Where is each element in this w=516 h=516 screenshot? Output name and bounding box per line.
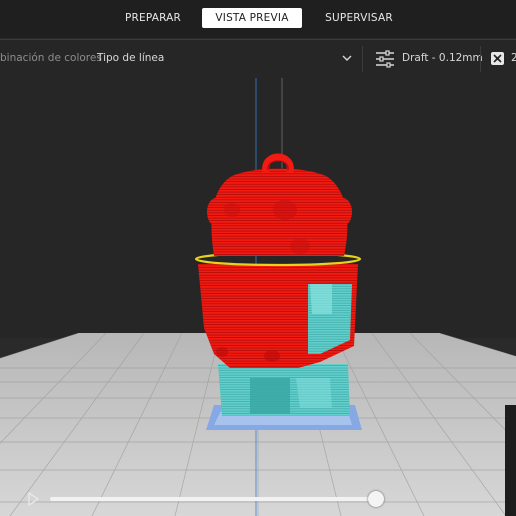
tab-supervisar[interactable]: SUPERVISAR — [318, 8, 400, 28]
color-scheme-select[interactable]: Tipo de línea — [97, 52, 164, 64]
print-profile-label[interactable]: Draft - 0.12mm — [402, 52, 483, 64]
right-side-panel — [505, 405, 516, 516]
sliders-icon[interactable] — [375, 49, 395, 69]
play-icon[interactable] — [25, 491, 41, 507]
chevron-down-icon[interactable] — [342, 54, 352, 62]
top-navigation-bar: PREPARAR VISTA PREVIA SUPERVISAR — [0, 0, 516, 38]
tab-preparar[interactable]: PREPARAR — [118, 8, 188, 28]
toolbar-divider — [480, 46, 481, 72]
toolbar-divider — [362, 46, 363, 72]
color-scheme-label: binación de colores — [0, 52, 102, 64]
preview-toolbar: binación de colores Tipo de línea Draft … — [0, 39, 516, 79]
support-icon[interactable] — [490, 51, 505, 66]
layer-timeline-slider[interactable] — [50, 497, 377, 501]
support-value: 2 — [511, 52, 516, 64]
tab-vista-previa[interactable]: VISTA PREVIA — [202, 8, 302, 28]
3d-preview-viewport[interactable] — [0, 78, 516, 516]
timeline-handle[interactable] — [368, 491, 384, 507]
build-plate-scene — [0, 78, 516, 516]
